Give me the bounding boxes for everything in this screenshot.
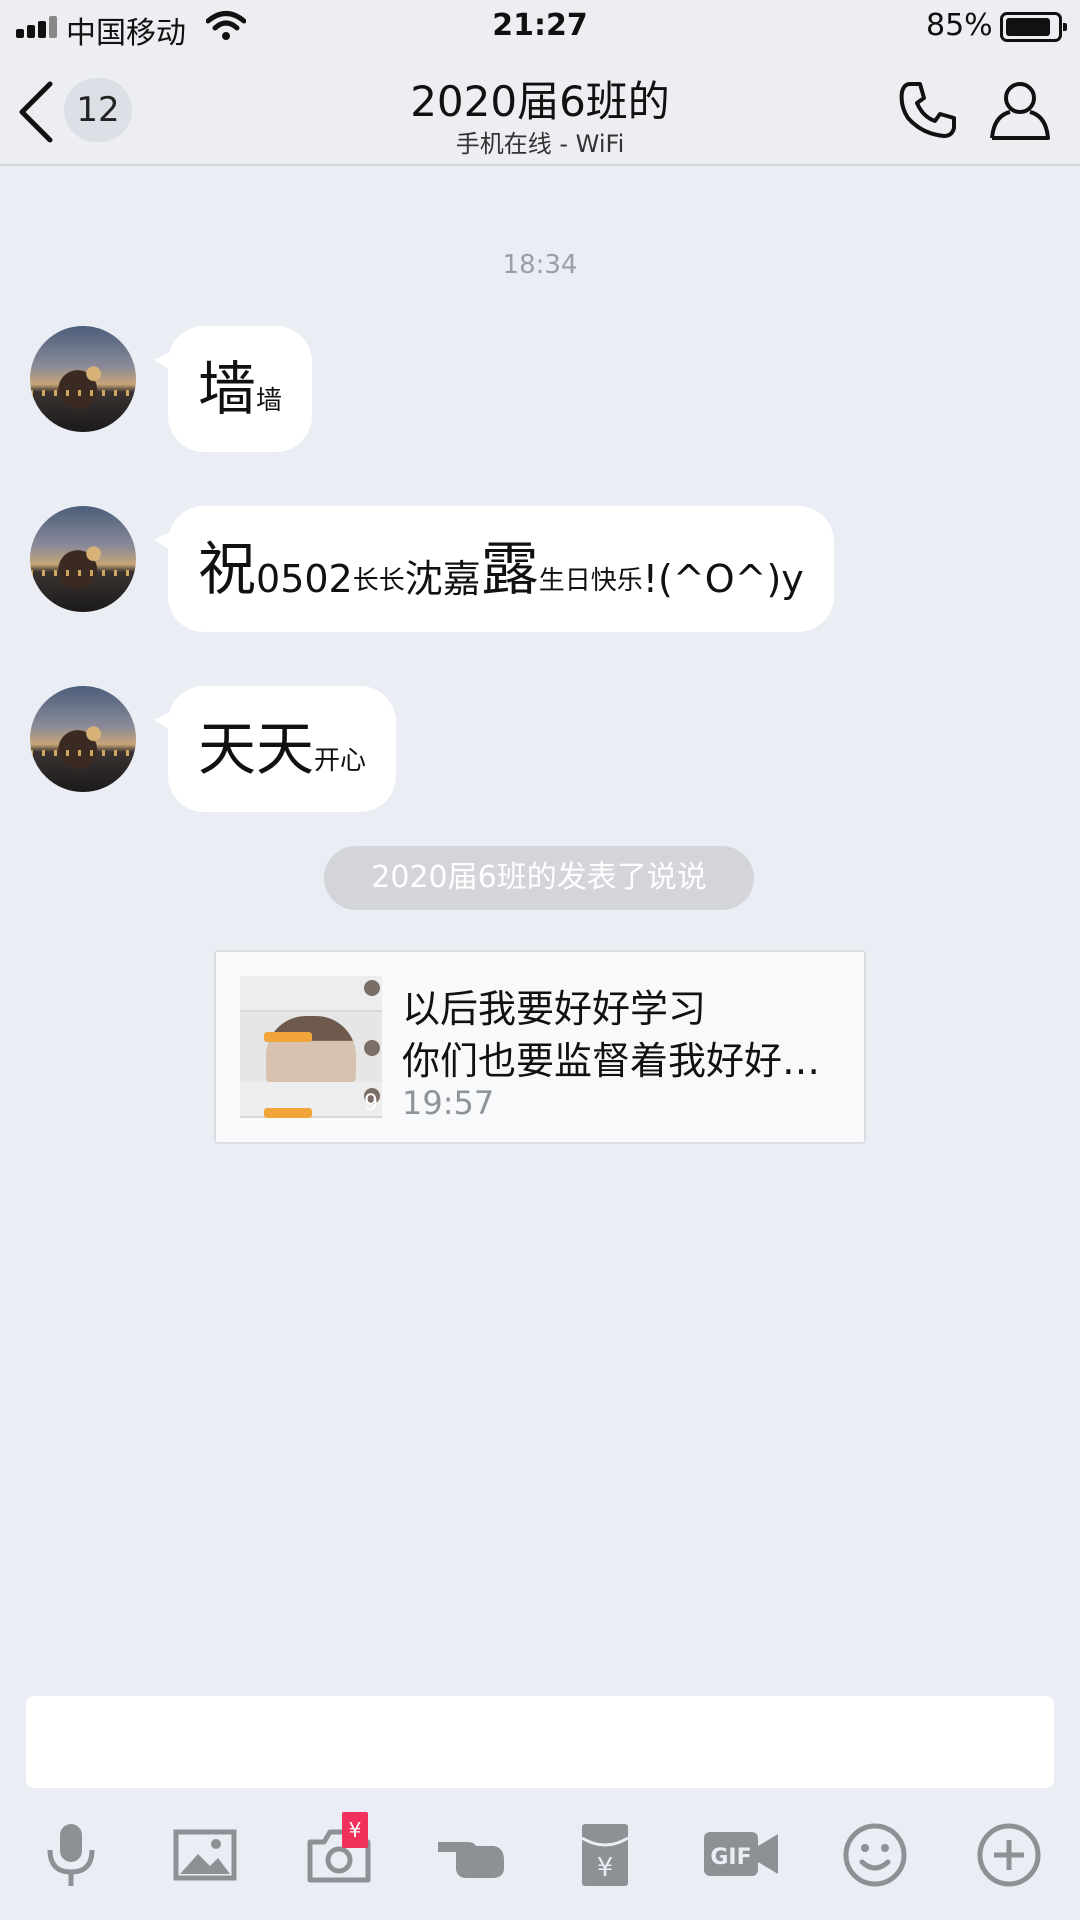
message-text-part: 生日快乐 <box>538 566 643 596</box>
red-packet-icon[interactable]: ¥ <box>570 1820 640 1890</box>
message-bubble[interactable]: 祝 0502 长长 沈嘉露生日快乐 !(^O^)y <box>154 506 834 632</box>
status-bar: 中国移动 21:27 85% <box>0 0 1080 58</box>
camera-icon[interactable]: ¥ <box>304 1812 374 1890</box>
shuoshuo-line-2: 你们也要监督着我好好… <box>402 1039 821 1083</box>
clock: 21:27 <box>492 8 588 43</box>
shuoshuo-thumbnail: 9 <box>240 976 382 1118</box>
emoji-icon[interactable] <box>840 1820 910 1890</box>
phone-call-icon[interactable] <box>896 78 960 142</box>
message-bubble[interactable]: 墙墙 <box>153 326 313 452</box>
message-text-part: 墙 <box>256 386 283 416</box>
battery-percent: 85% <box>926 8 993 43</box>
chat-screen: 中国移动 21:27 85% 12 2020届6班的 手机在线 - WiFi 1… <box>0 0 1080 1920</box>
svg-text:¥: ¥ <box>597 1853 614 1883</box>
image-count: 9 <box>364 1091 378 1116</box>
message-text-part: 沈嘉 <box>404 557 481 601</box>
message-text-part: 祝 <box>198 535 257 603</box>
time-divider: 18:34 <box>502 250 578 280</box>
plus-icon[interactable] <box>974 1820 1044 1890</box>
image-icon[interactable] <box>170 1820 240 1890</box>
svg-text:GIF: GIF <box>710 1845 751 1870</box>
sender-avatar[interactable] <box>30 686 136 792</box>
profile-icon[interactable] <box>988 78 1052 142</box>
sender-avatar[interactable] <box>30 506 136 612</box>
message-text-part: 长长 <box>352 566 405 596</box>
system-notice: 2020届6班的发表了说说 <box>324 846 754 910</box>
gif-icon[interactable]: GIF <box>702 1820 782 1890</box>
input-toolbar: ¥ ¥ GIF <box>0 1812 1080 1900</box>
shuoshuo-card[interactable]: 9 以后我要好好学习 你们也要监督着我好好… 19:57 <box>214 950 866 1144</box>
chat-header: 12 2020届6班的 手机在线 - WiFi <box>0 58 1080 166</box>
microphone-icon[interactable] <box>36 1820 106 1890</box>
message-text-part: 露 <box>480 535 539 603</box>
message-text-part: 开心 <box>314 746 367 776</box>
message-input[interactable] <box>26 1696 1054 1788</box>
red-packet-badge: ¥ <box>342 1812 368 1848</box>
message-text-part: !(^O^)y <box>642 557 804 601</box>
shuoshuo-time: 19:57 <box>402 1084 495 1122</box>
message-text-part: 墙 <box>198 355 257 423</box>
message-text-part: 天天 <box>198 715 315 783</box>
sender-avatar[interactable] <box>30 326 136 432</box>
shuoshuo-line-1: 以后我要好好学习 <box>402 987 707 1031</box>
poke-icon[interactable] <box>436 1820 506 1890</box>
message-text-part: 0502 <box>256 557 353 601</box>
battery-icon <box>1000 12 1067 42</box>
message-bubble[interactable]: 天天 开心 <box>153 686 397 812</box>
